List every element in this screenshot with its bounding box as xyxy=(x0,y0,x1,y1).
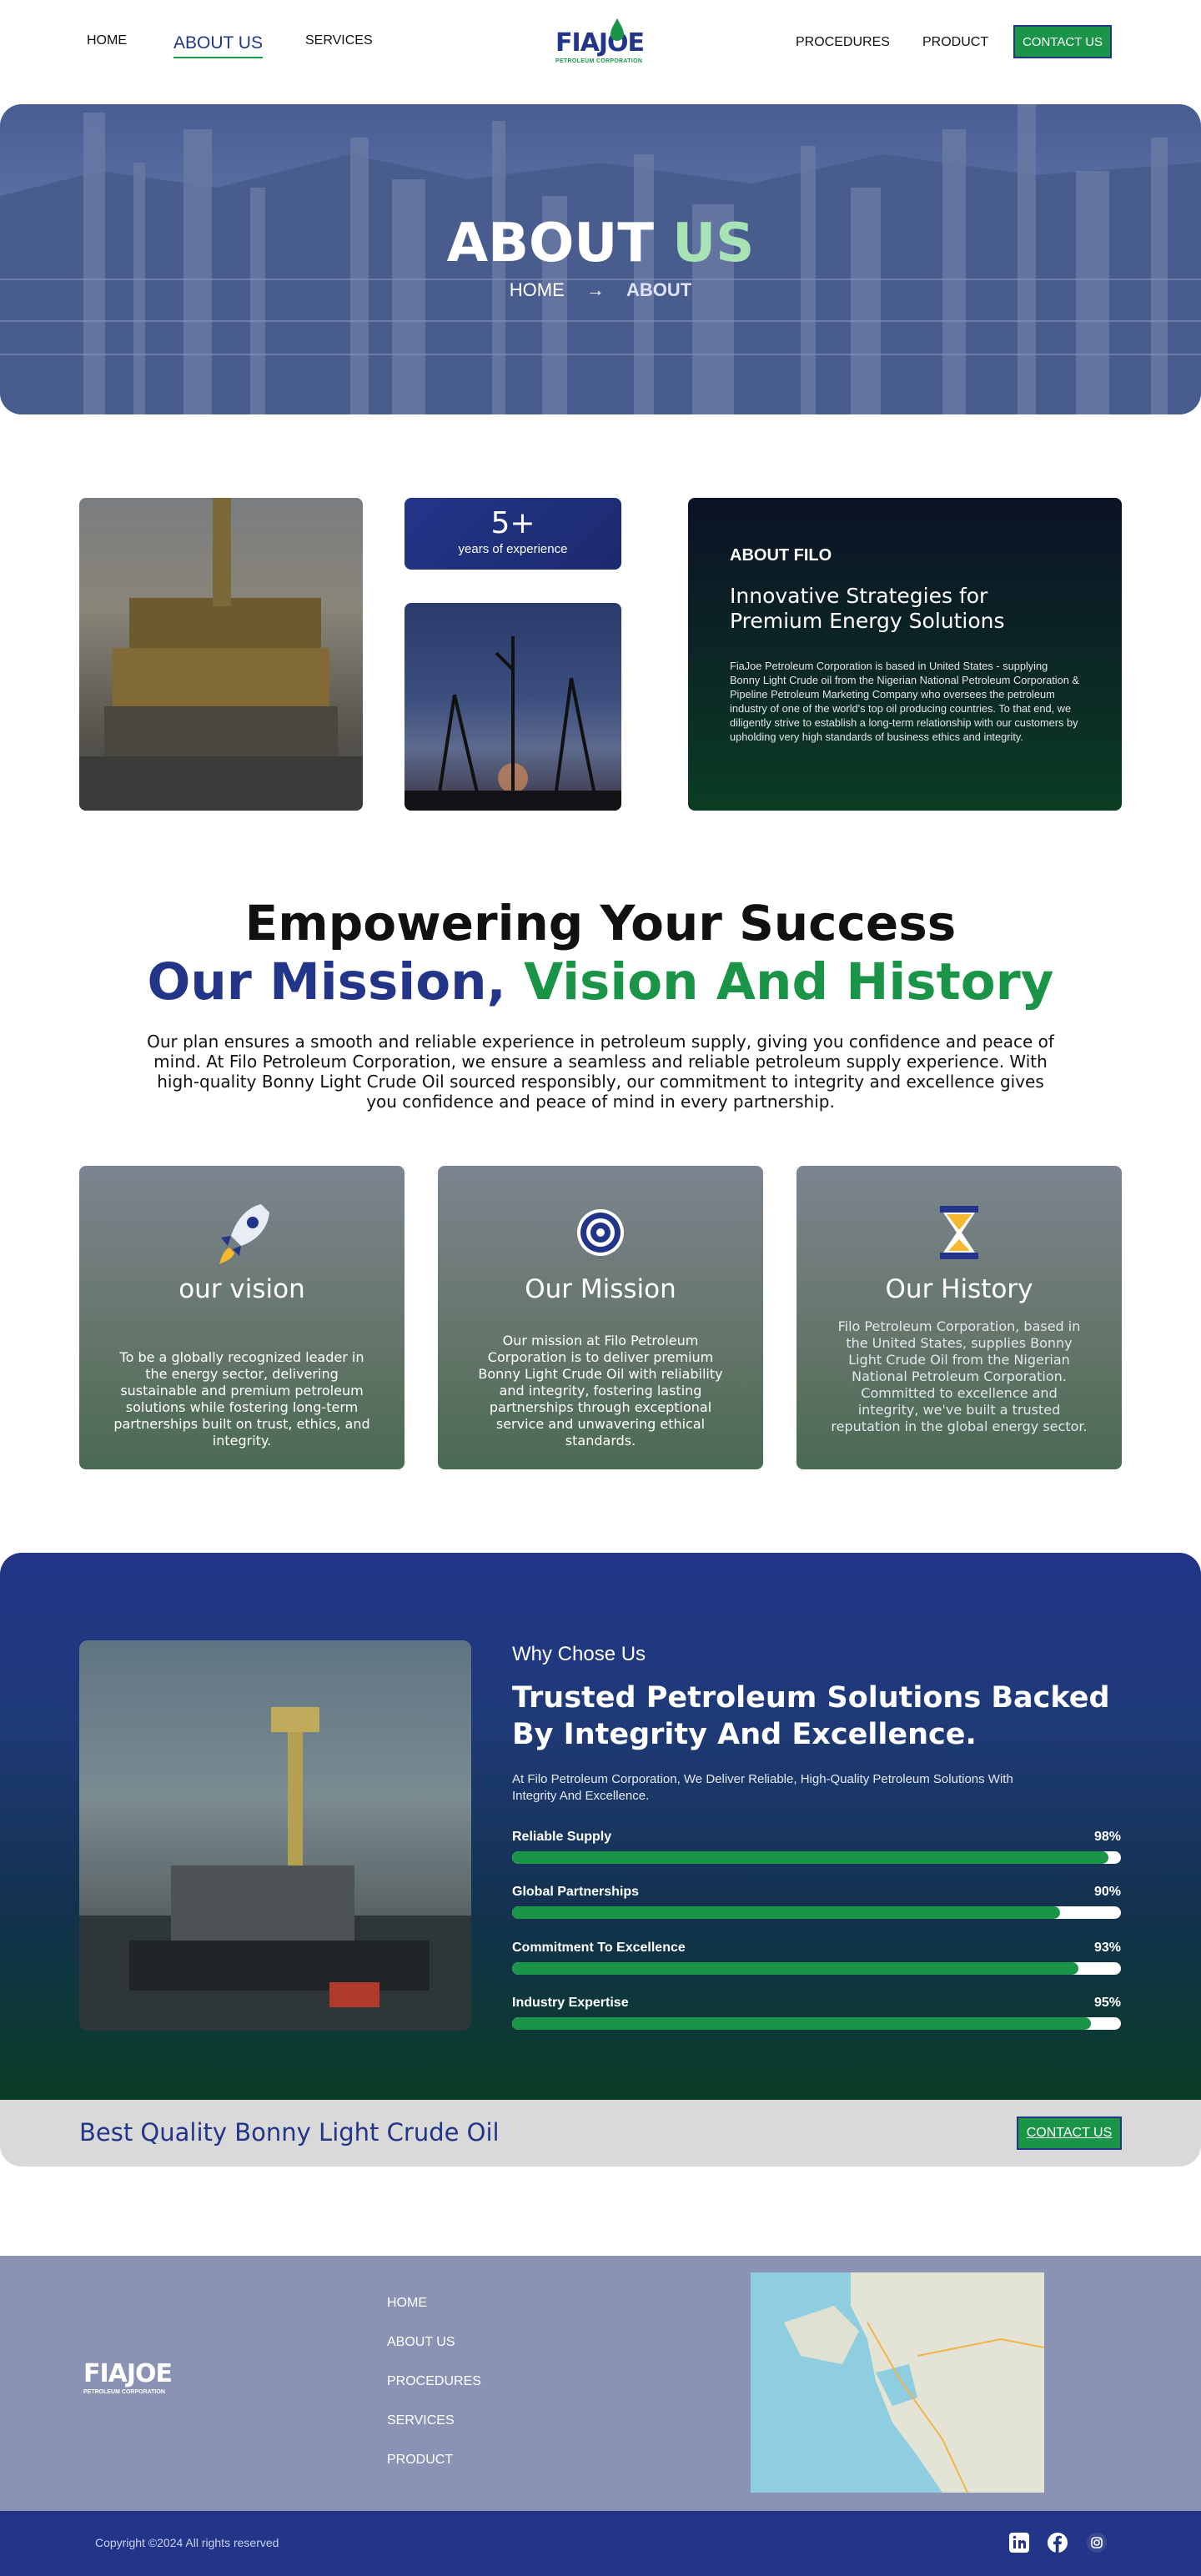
arrow-right-icon: → xyxy=(585,279,605,300)
why-eyebrow: Why Chose Us xyxy=(512,1643,646,1665)
progress-reliable-supply: Reliable Supply 98% xyxy=(512,1830,1121,1864)
history-card-title: Our History xyxy=(885,1274,1033,1304)
brand-logo[interactable]: FIAJOE PETROLEUM CORPORATION xyxy=(554,18,647,67)
why-heading: Trusted Petroleum Solutions Backed By In… xyxy=(512,1681,1110,1751)
page-title: ABOUT US xyxy=(0,213,1201,274)
about-filo-text: FiaJoe Petroleum Corporation is based in… xyxy=(730,660,1079,743)
heading-line-2-green: Vision And History xyxy=(523,952,1054,1012)
experience-badge: 5+ years of experience xyxy=(405,498,621,570)
mission-heading: Empowering Your Success Our Mission, Vis… xyxy=(0,894,1201,1012)
vision-card-text: To be a globally recognized leader in th… xyxy=(113,1349,370,1449)
experience-number: 5+ xyxy=(490,506,535,540)
why-choose-us-section: Why Chose Us Trusted Petroleum Solutions… xyxy=(0,1553,1201,2107)
progress-fill xyxy=(512,1962,1078,1975)
target-icon xyxy=(577,1209,624,1256)
hero-banner: ABOUT US HOME → ABOUT xyxy=(0,104,1201,414)
rocket-icon xyxy=(219,1204,269,1264)
progress-value: 98% xyxy=(1093,1830,1121,1844)
progress-fill xyxy=(512,1906,1060,1919)
about-filo-panel: ABOUT FILO Innovative Strategies for Pre… xyxy=(688,498,1122,811)
logo-wordmark: FIAJOE xyxy=(555,28,645,58)
footer-link-home[interactable]: HOME xyxy=(387,2296,427,2311)
top-nav: HOME ABOUT US SERVICES FIAJOE PETROLEUM … xyxy=(0,0,1201,104)
history-card: Our History Filo Petroleum Corporation, … xyxy=(796,1166,1122,1469)
progress-value: 93% xyxy=(1093,1941,1121,1955)
facebook-icon[interactable] xyxy=(1046,2531,1069,2554)
nav-product[interactable]: PRODUCT xyxy=(922,35,988,50)
progress-track xyxy=(512,1851,1121,1864)
heading-line-1: Empowering Your Success xyxy=(244,895,957,952)
footer: FIAJOE PETROLEUM CORPORATION HOME ABOUT … xyxy=(0,2256,1201,2511)
cranes-sunset-photo xyxy=(405,603,621,811)
progress-label: Industry Expertise xyxy=(512,1996,629,2010)
breadcrumb-current: ABOUT xyxy=(626,279,692,300)
mission-card-title: Our Mission xyxy=(525,1274,676,1304)
title-us: US xyxy=(672,213,755,274)
port-crane-photo xyxy=(79,1640,471,2031)
progress-value: 95% xyxy=(1093,1996,1121,2010)
progress-fill xyxy=(512,2017,1091,2030)
copyright-bar: Copyright ©2024 All rights reserved xyxy=(0,2511,1201,2576)
linkedin-icon[interactable] xyxy=(1008,2531,1031,2554)
location-map[interactable] xyxy=(751,2272,1044,2493)
footer-link-services[interactable]: SERVICES xyxy=(387,2413,455,2428)
mission-card: Our Mission Our mission at Filo Petroleu… xyxy=(438,1166,763,1469)
nav-procedures[interactable]: PROCEDURES xyxy=(796,35,890,50)
breadcrumb-home[interactable]: HOME xyxy=(510,279,565,300)
vision-card-title: our vision xyxy=(178,1274,305,1304)
mission-card-text: Our mission at Filo Petroleum Corporatio… xyxy=(478,1333,723,1449)
nav-home[interactable]: HOME xyxy=(87,33,127,48)
footer-link-procedures[interactable]: PROCEDURES xyxy=(387,2374,481,2389)
progress-value: 90% xyxy=(1093,1885,1121,1899)
heading-line-2-blue: Our Mission, xyxy=(147,952,506,1012)
history-card-text: Filo Petroleum Corporation, based in the… xyxy=(831,1318,1088,1434)
footer-logo-wordmark: FIAJOE xyxy=(83,2359,173,2388)
about-filo-tag: ABOUT FILO xyxy=(730,546,832,565)
footer-logo[interactable]: FIAJOE PETROLEUM CORPORATION xyxy=(83,2348,200,2401)
cta-banner: Best Quality Bonny Light Crude Oil CONTA… xyxy=(0,2100,1201,2167)
logo-subtitle: PETROLEUM CORPORATION xyxy=(555,58,643,64)
about-filo-heading: Innovative Strategies for Premium Energy… xyxy=(730,584,1005,633)
progress-global-partnerships: Global Partnerships 90% xyxy=(512,1885,1121,1919)
heading-line-2: Our Mission, Vision And History xyxy=(0,952,1201,1012)
footer-link-product[interactable]: PRODUCT xyxy=(387,2453,453,2468)
footer-logo-subtitle: PETROLEUM CORPORATION xyxy=(83,2389,165,2395)
progress-label: Reliable Supply xyxy=(512,1830,612,1844)
progress-commitment: Commitment To Excellence 93% xyxy=(512,1941,1121,1975)
footer-link-about[interactable]: ABOUT US xyxy=(387,2335,455,2350)
progress-track xyxy=(512,1906,1121,1919)
progress-track xyxy=(512,1962,1121,1975)
vision-card: our vision To be a globally recognized l… xyxy=(79,1166,405,1469)
title-about: ABOUT xyxy=(446,213,654,274)
experience-label: years of experience xyxy=(458,542,568,556)
copyright-text: Copyright ©2024 All rights reserved xyxy=(95,2536,279,2549)
why-subtext: At Filo Petroleum Corporation, We Delive… xyxy=(512,1772,1013,1803)
cta-contact-button[interactable]: CONTACT US xyxy=(1017,2117,1122,2150)
progress-label: Commitment To Excellence xyxy=(512,1941,686,1955)
progress-label: Global Partnerships xyxy=(512,1885,640,1899)
nav-services[interactable]: SERVICES xyxy=(305,33,373,48)
cta-text: Best Quality Bonny Light Crude Oil xyxy=(79,2118,500,2147)
nav-contact-button[interactable]: CONTACT US xyxy=(1013,25,1112,58)
hourglass-icon xyxy=(940,1206,978,1259)
oil-drop-icon xyxy=(611,18,624,41)
instagram-icon[interactable] xyxy=(1085,2531,1108,2554)
progress-industry-expertise: Industry Expertise 95% xyxy=(512,1996,1121,2030)
offshore-rig-photo xyxy=(79,498,363,811)
progress-fill xyxy=(512,1851,1109,1864)
mission-intro-text: Our plan ensures a smooth and reliable e… xyxy=(147,1032,1054,1112)
progress-track xyxy=(512,2017,1121,2030)
nav-about-us[interactable]: ABOUT US xyxy=(173,33,263,58)
breadcrumb: HOME → ABOUT xyxy=(0,279,1201,301)
